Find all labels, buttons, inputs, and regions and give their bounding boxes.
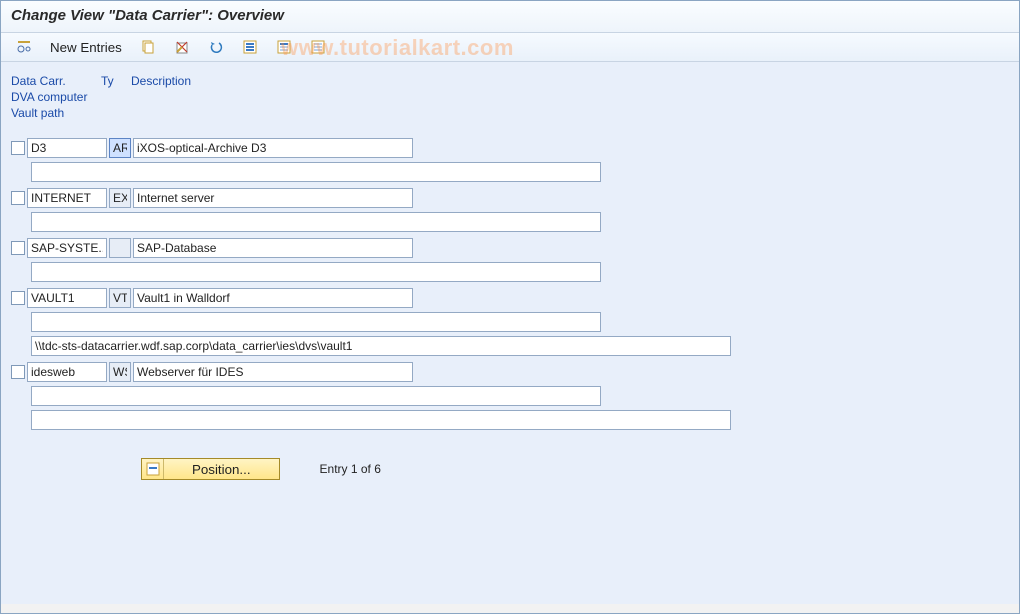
data-carrier-field[interactable] xyxy=(27,188,107,208)
table-row xyxy=(11,288,1009,356)
vault-path-field[interactable] xyxy=(31,410,731,430)
dva-computer-field[interactable] xyxy=(31,386,601,406)
description-field[interactable] xyxy=(133,188,413,208)
entries-list xyxy=(11,138,1009,430)
body-area: Data Carr. Ty Description DVA computer V… xyxy=(1,62,1019,604)
column-headers: Data Carr. Ty Description xyxy=(11,74,1009,88)
data-carrier-field[interactable] xyxy=(27,138,107,158)
description-field[interactable] xyxy=(133,238,413,258)
dva-computer-field[interactable] xyxy=(31,312,601,332)
type-field[interactable] xyxy=(109,138,131,158)
deselect-all-icon xyxy=(310,39,326,55)
position-icon xyxy=(142,459,164,479)
copy-as-button[interactable] xyxy=(133,37,163,57)
title-bar: Change View "Data Carrier": Overview xyxy=(1,1,1019,33)
row-checkbox[interactable] xyxy=(11,191,25,205)
footer-row: Position... Entry 1 of 6 xyxy=(141,458,1009,480)
vault-path-field[interactable] xyxy=(31,336,731,356)
header-description: Description xyxy=(131,74,191,88)
data-carrier-field[interactable] xyxy=(27,288,107,308)
data-carrier-field[interactable] xyxy=(27,362,107,382)
type-field[interactable] xyxy=(109,238,131,258)
header-vault-path[interactable]: Vault path xyxy=(11,106,1009,120)
deselect-all-button[interactable] xyxy=(303,37,333,57)
dva-computer-field[interactable] xyxy=(31,162,601,182)
position-button[interactable]: Position... xyxy=(141,458,280,480)
header-dva-computer[interactable]: DVA computer xyxy=(11,90,1009,104)
select-all-button[interactable] xyxy=(235,37,265,57)
toolbar: New Entries xyxy=(1,33,1019,62)
table-row xyxy=(11,362,1009,430)
new-entries-label: New Entries xyxy=(50,40,122,55)
glasses-pencil-icon xyxy=(16,39,32,55)
dva-computer-field[interactable] xyxy=(31,212,601,232)
header-data-carr: Data Carr. xyxy=(11,74,101,88)
row-checkbox[interactable] xyxy=(11,141,25,155)
toggle-display-change-button[interactable] xyxy=(9,37,39,57)
type-field[interactable] xyxy=(109,288,131,308)
description-field[interactable] xyxy=(133,288,413,308)
table-row xyxy=(11,188,1009,232)
data-carrier-field[interactable] xyxy=(27,238,107,258)
description-field[interactable] xyxy=(133,362,413,382)
new-entries-button[interactable]: New Entries xyxy=(43,37,129,57)
copy-icon xyxy=(140,39,156,55)
description-field[interactable] xyxy=(133,138,413,158)
type-field[interactable] xyxy=(109,188,131,208)
type-field[interactable] xyxy=(109,362,131,382)
table-row xyxy=(11,238,1009,282)
row-checkbox[interactable] xyxy=(11,291,25,305)
delete-button[interactable] xyxy=(167,37,197,57)
app-window: Change View "Data Carrier": Overview New… xyxy=(0,0,1020,614)
dva-computer-field[interactable] xyxy=(31,262,601,282)
table-row xyxy=(11,138,1009,182)
entry-count-text: Entry 1 of 6 xyxy=(320,462,381,476)
select-block-button[interactable] xyxy=(269,37,299,57)
undo-button[interactable] xyxy=(201,37,231,57)
position-label: Position... xyxy=(164,462,279,477)
row-checkbox[interactable] xyxy=(11,365,25,379)
header-ty: Ty xyxy=(101,74,131,88)
undo-icon xyxy=(208,39,224,55)
page-title: Change View "Data Carrier": Overview xyxy=(11,7,284,24)
select-all-icon xyxy=(242,39,258,55)
delete-icon xyxy=(174,39,190,55)
select-block-icon xyxy=(276,39,292,55)
row-checkbox[interactable] xyxy=(11,241,25,255)
